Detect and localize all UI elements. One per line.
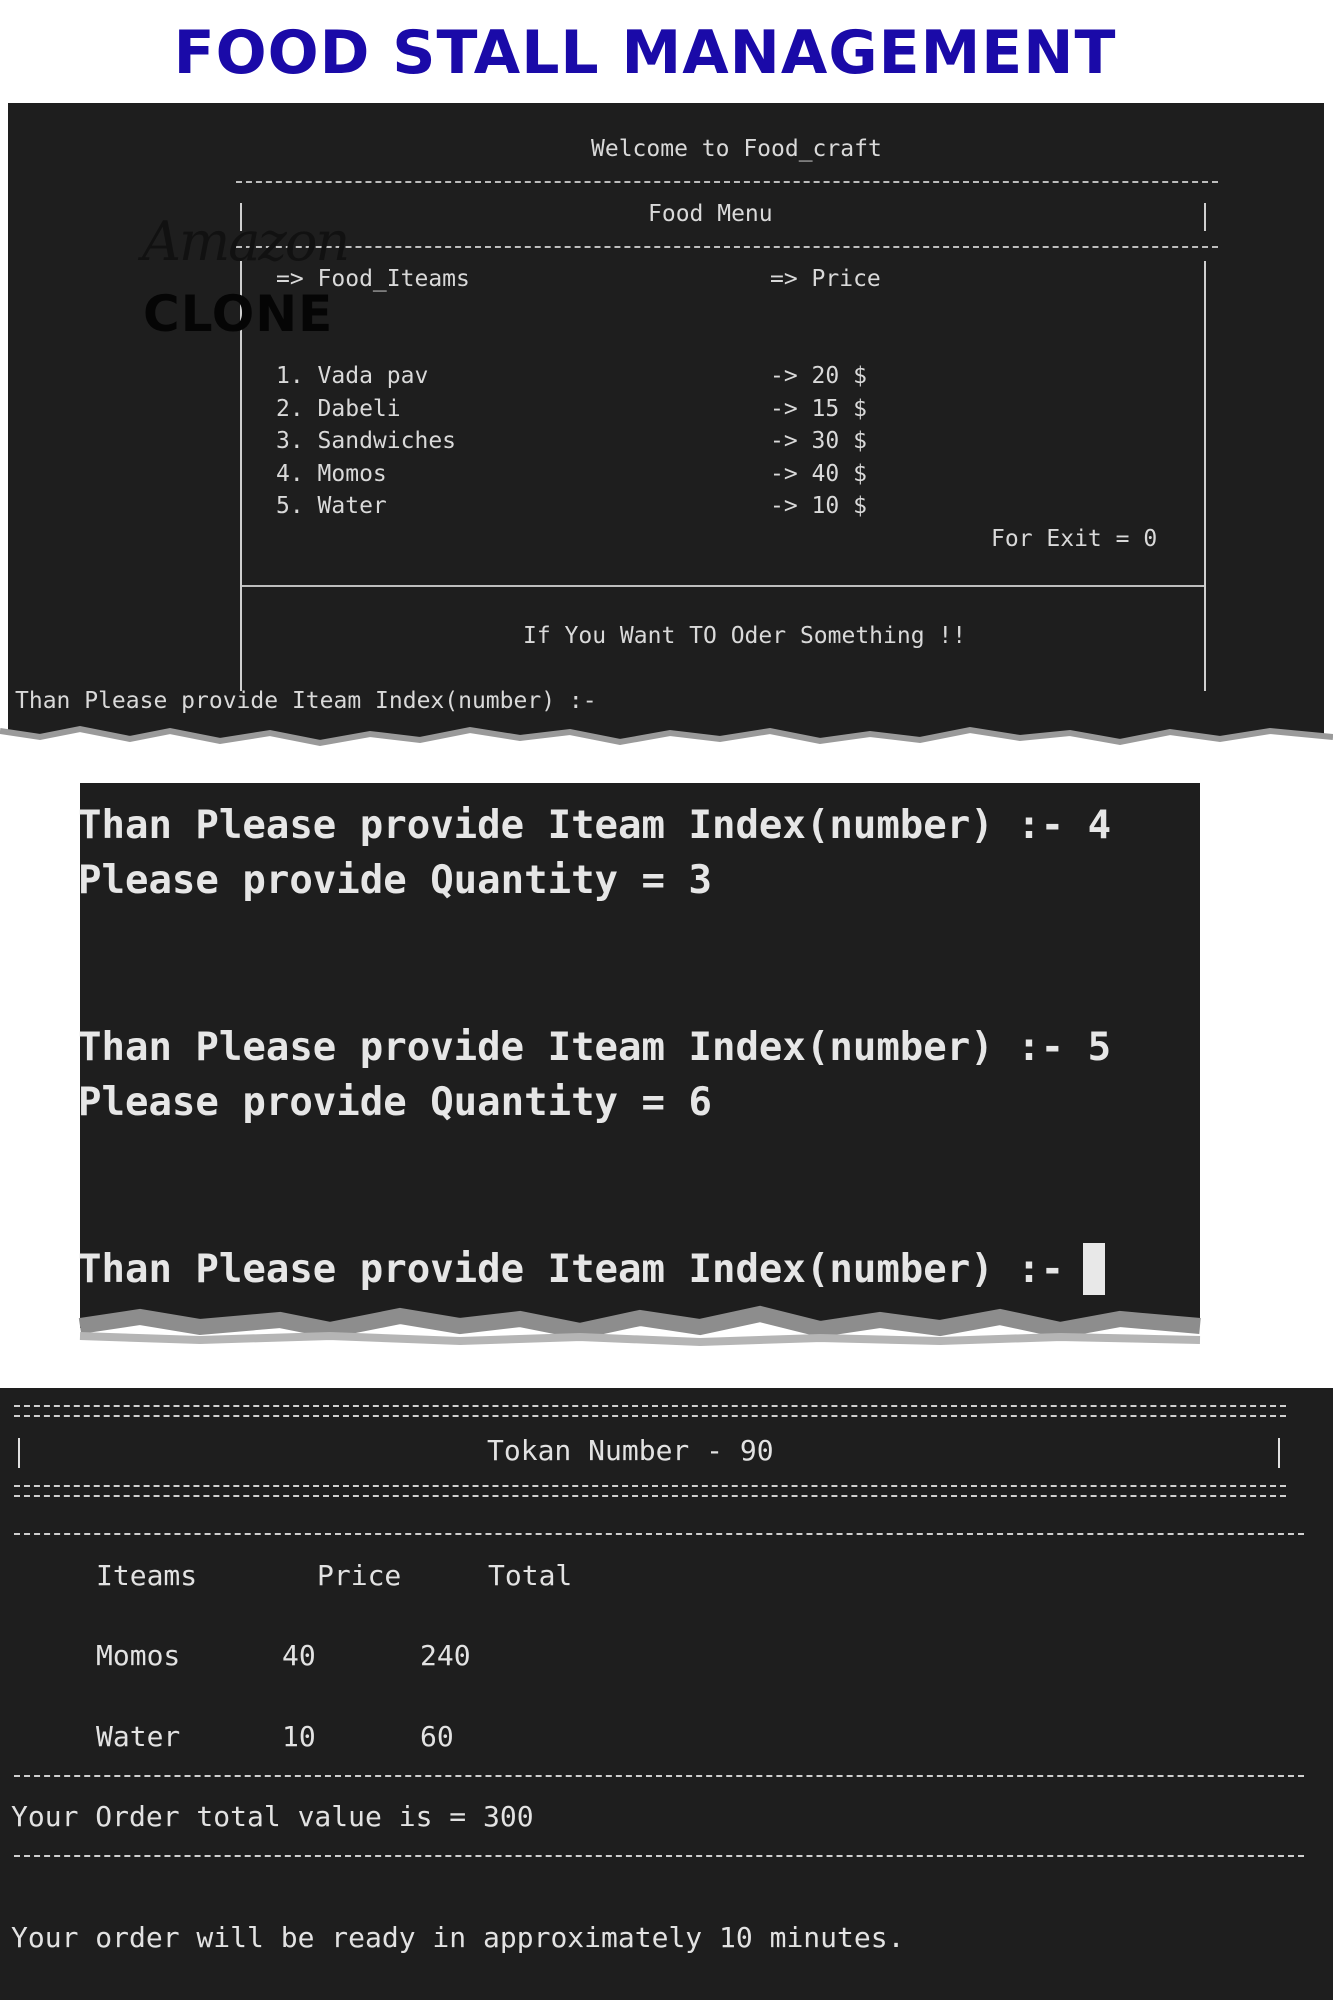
item-index-prompt[interactable]: Than Please provide Iteam Index(number) … xyxy=(15,688,597,714)
menu-item-name: 5. Water xyxy=(276,493,387,519)
menu-item-price: -> 40 $ xyxy=(770,461,867,487)
menu-item-name: 4. Momos xyxy=(276,461,387,487)
menu-bottom-border xyxy=(242,585,1204,587)
terminal-order-screen: Than Please provide Iteam Index(number) … xyxy=(78,783,1200,1358)
torn-edge-1 xyxy=(0,725,1333,755)
menu-item-name: 3. Sandwiches xyxy=(276,428,457,454)
table-bottom-divider xyxy=(14,1775,1304,1777)
column-header-price: => Price xyxy=(770,266,881,292)
receipt-total: 60 xyxy=(420,1720,454,1753)
terminal-menu-screen: Welcome to Food_craft Food Menu => Food_… xyxy=(8,103,1324,743)
menu-item-name: 2. Dabeli xyxy=(276,396,401,422)
receipt-price: 10 xyxy=(282,1720,316,1753)
token-right-border xyxy=(1278,1438,1280,1468)
order-total: Your Order total value is = 300 xyxy=(11,1800,534,1833)
menu-item-price: -> 20 $ xyxy=(770,363,867,389)
item-index-prompt[interactable]: Than Please provide Iteam Index(number) … xyxy=(78,1247,1088,1292)
text-cursor xyxy=(1083,1243,1105,1295)
ready-message: Your order will be ready in approximatel… xyxy=(11,1921,905,1954)
menu-header-divider xyxy=(236,246,1218,248)
token-left-border xyxy=(18,1438,20,1468)
order-line: Than Please provide Iteam Index(number) … xyxy=(78,803,1112,848)
token-number: Tokan Number - 90 xyxy=(487,1434,774,1467)
menu-item-price: -> 15 $ xyxy=(770,396,867,422)
column-header-price: Price xyxy=(317,1559,402,1592)
torn-edge-2 xyxy=(0,1305,1333,1362)
table-top-divider xyxy=(14,1533,1304,1535)
logo-clone: CLONE xyxy=(143,285,334,343)
menu-top-border xyxy=(236,181,1218,183)
receipt-item: Water xyxy=(96,1720,181,1753)
total-divider xyxy=(14,1855,1304,1857)
exit-hint: For Exit = 0 xyxy=(991,526,1158,552)
menu-right-border xyxy=(1204,203,1206,231)
logo-amazon: Amazon xyxy=(142,210,350,273)
menu-item-price: -> 30 $ xyxy=(770,428,867,454)
terminal-receipt-screen: Tokan Number - 90 Iteams Price Total Mom… xyxy=(0,1388,1333,2000)
page-title: FOOD STALL MANAGEMENT xyxy=(173,18,1117,88)
order-line: Please provide Quantity = 3 xyxy=(78,858,712,903)
token-bottom-border xyxy=(14,1485,1286,1497)
column-header-items: Iteams xyxy=(96,1559,198,1592)
menu-title: Food Menu xyxy=(648,201,773,227)
receipt-price: 40 xyxy=(282,1639,316,1672)
column-header-total: Total xyxy=(488,1559,573,1592)
order-line: Please provide Quantity = 6 xyxy=(78,1080,712,1125)
order-line: Than Please provide Iteam Index(number) … xyxy=(78,1025,1112,1070)
welcome-text: Welcome to Food_craft xyxy=(591,136,882,162)
order-prompt-intro: If You Want TO Oder Something !! xyxy=(523,623,967,649)
receipt-total: 240 xyxy=(420,1639,471,1672)
receipt-item: Momos xyxy=(96,1639,181,1672)
receipt-top-border xyxy=(14,1405,1286,1417)
menu-box-right-border xyxy=(1204,261,1206,691)
menu-item-name: 1. Vada pav xyxy=(276,363,429,389)
menu-item-price: -> 10 $ xyxy=(770,493,867,519)
